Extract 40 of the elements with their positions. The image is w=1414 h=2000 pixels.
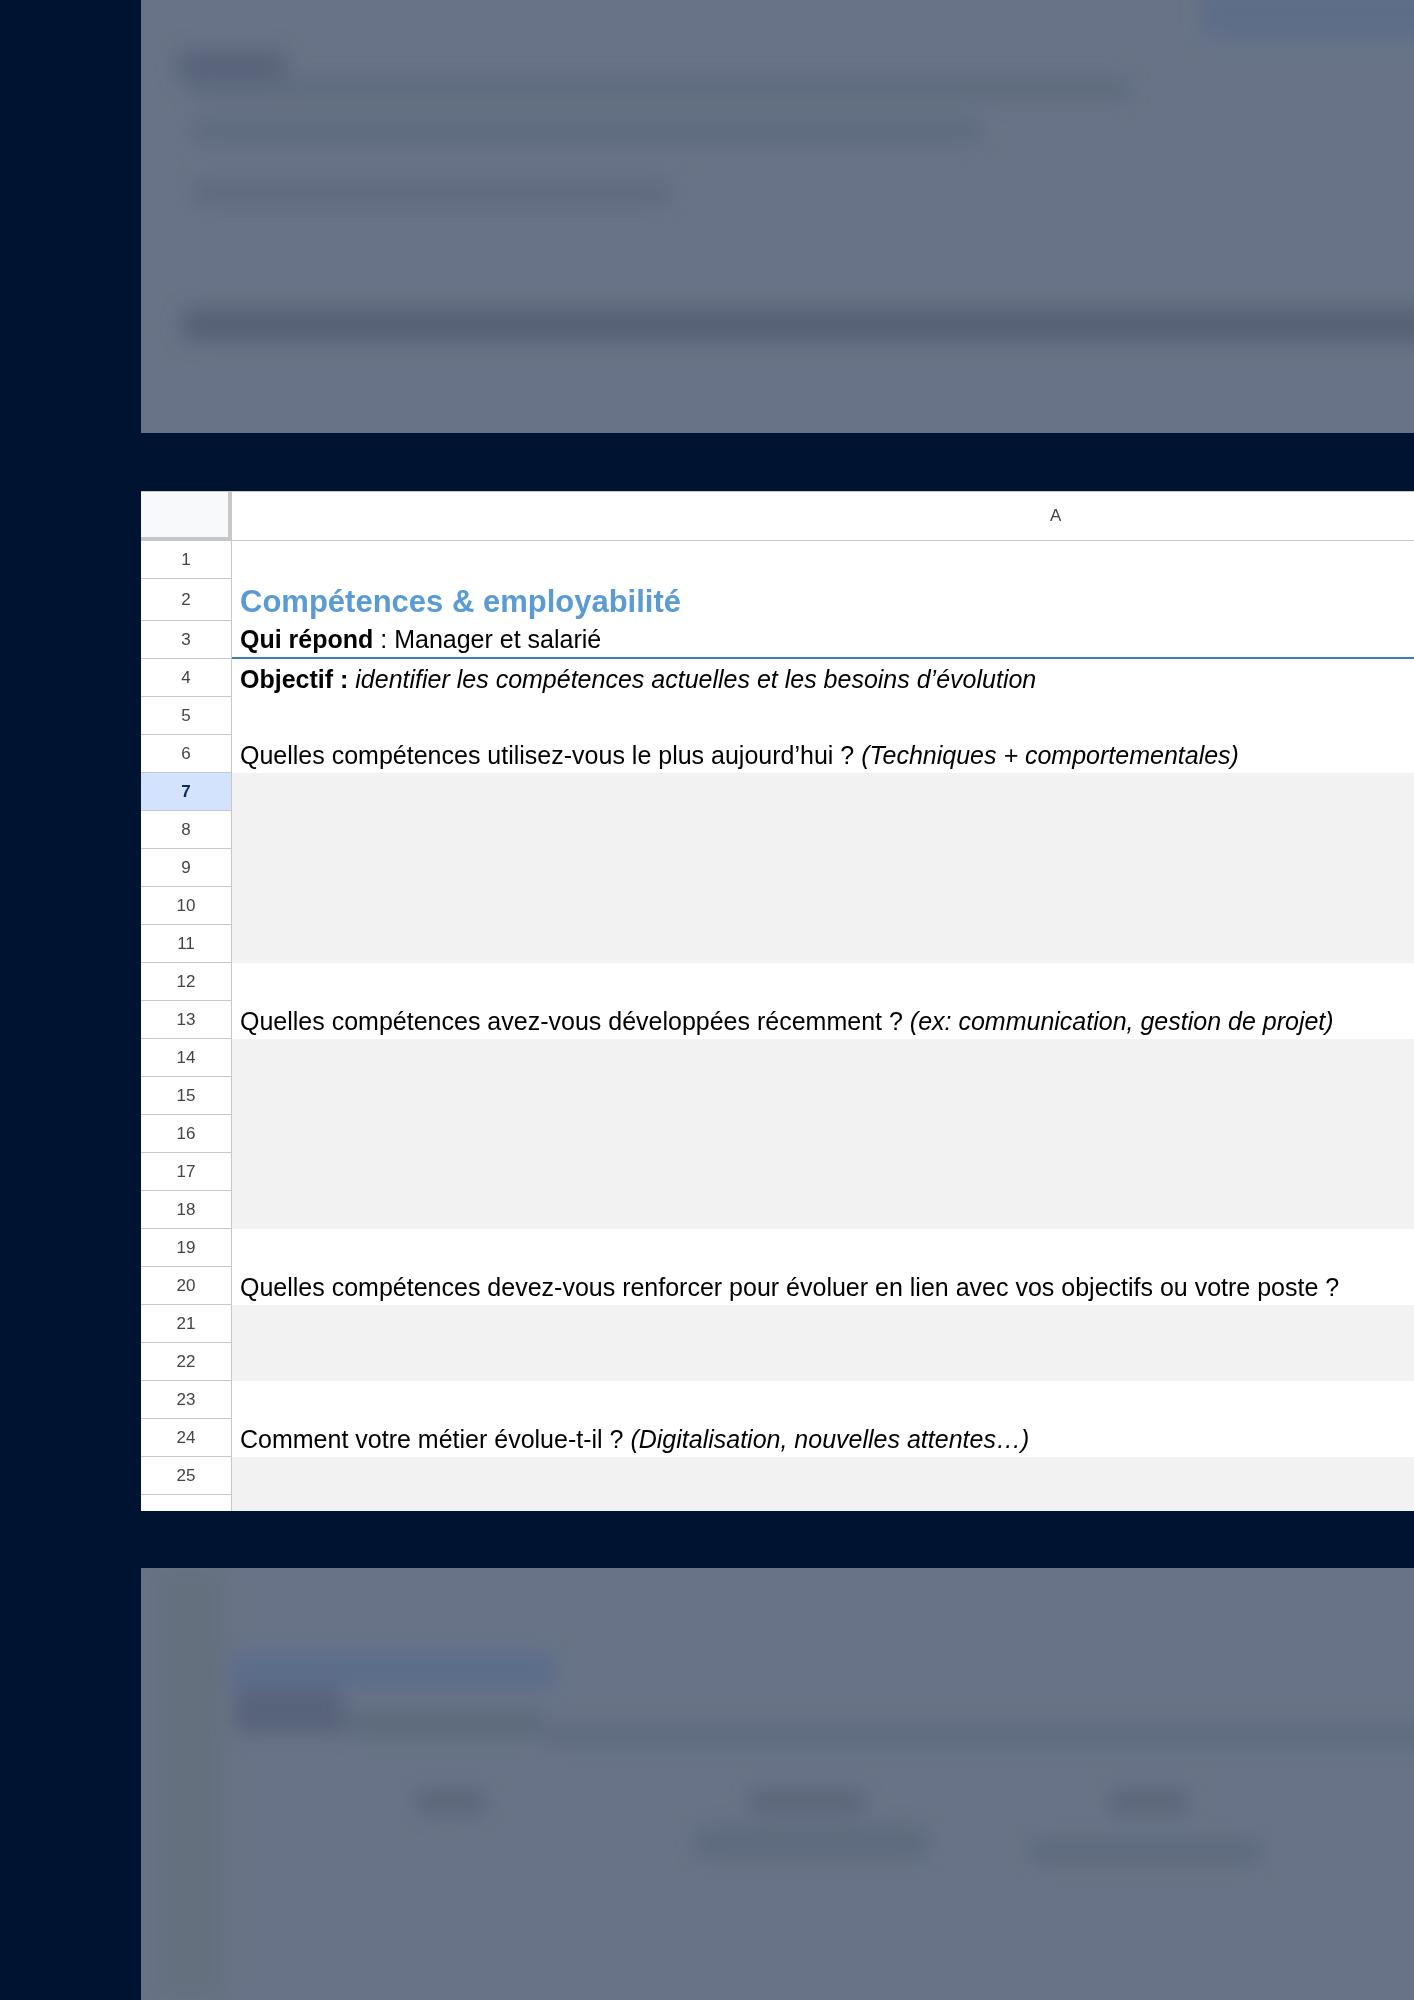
answer-cell[interactable] <box>232 1191 1414 1229</box>
answer-cell[interactable] <box>232 1039 1414 1077</box>
row-header[interactable]: 17 <box>141 1153 232 1191</box>
row-header[interactable]: 8 <box>141 811 232 849</box>
info-line: Objectif : identifier les compétences actuelles et les besoins d’évolution <box>240 664 1037 695</box>
row-header[interactable]: 22 <box>141 1343 232 1381</box>
row-header[interactable]: 9 <box>141 849 232 887</box>
answer-cell[interactable] <box>232 1343 1414 1381</box>
question-text: Quelles compétences avez-vous développées récemment ? (ex: communication, gestion de projet) <box>240 1006 1334 1037</box>
question-text: Comment votre métier évolue-t-il ? (Digitalisation, nouvelles attentes…) <box>240 1424 1030 1455</box>
row-header[interactable]: 7 <box>141 773 232 811</box>
answer-cell[interactable] <box>232 925 1414 963</box>
answer-cell[interactable] <box>232 773 1414 811</box>
question-text: Quelles compétences utilisez-vous le plus aujourd’hui ? (Techniques + comportementales) <box>240 740 1239 771</box>
row-header[interactable]: 14 <box>141 1039 232 1077</box>
question-text: Quelles compétences devez-vous renforcer pour évoluer en lien avec vos objectifs ou votre poste ? <box>240 1272 1340 1303</box>
row-header[interactable]: 23 <box>141 1381 232 1419</box>
row-header[interactable]: 12 <box>141 963 232 1001</box>
row-header[interactable]: 2 <box>141 579 232 621</box>
row-header[interactable]: 6 <box>141 735 232 773</box>
row-header[interactable]: 10 <box>141 887 232 925</box>
row-header[interactable]: 24 <box>141 1419 232 1457</box>
row-header[interactable]: 15 <box>141 1077 232 1115</box>
answer-cell[interactable] <box>232 1305 1414 1343</box>
row-header[interactable]: 4 <box>141 659 232 697</box>
row-header[interactable]: 3 <box>141 621 232 659</box>
row-header[interactable]: 20 <box>141 1267 232 1305</box>
row-header[interactable]: 1 <box>141 541 232 579</box>
row-header[interactable]: 16 <box>141 1115 232 1153</box>
row-header[interactable]: 19 <box>141 1229 232 1267</box>
sheet-title: Compétences & employabilité <box>240 583 681 621</box>
row-header[interactable]: 5 <box>141 697 232 735</box>
select-all-corner[interactable] <box>141 492 232 541</box>
row-header[interactable]: 13 <box>141 1001 232 1039</box>
row-header[interactable]: 21 <box>141 1305 232 1343</box>
row-header[interactable]: 11 <box>141 925 232 963</box>
row-header[interactable]: 18 <box>141 1191 232 1229</box>
info-line: Qui répond : Manager et salarié <box>240 624 602 655</box>
answer-cell[interactable] <box>232 1457 1414 1495</box>
row-header[interactable]: 25 <box>141 1457 232 1495</box>
